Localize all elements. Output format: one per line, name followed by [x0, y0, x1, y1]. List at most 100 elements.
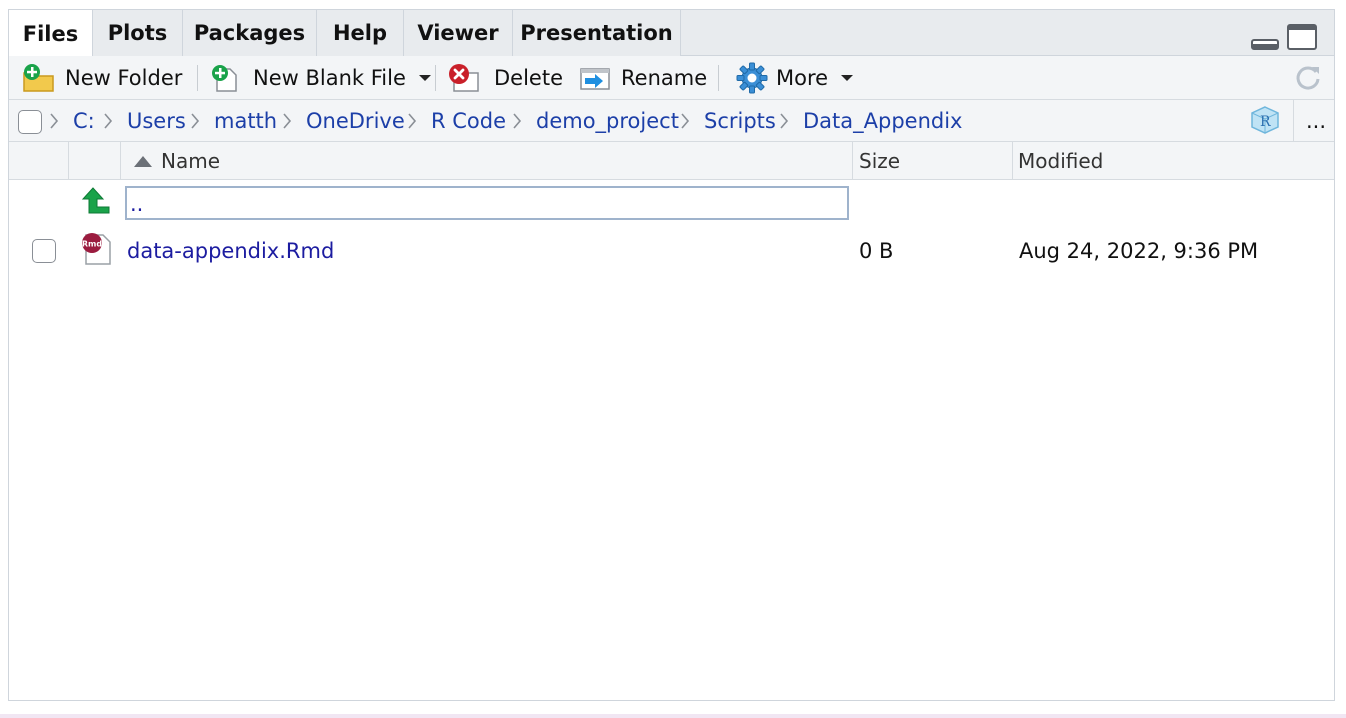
- tab-label: Presentation: [520, 21, 673, 45]
- new-blank-file-button[interactable]: New Blank File: [209, 56, 432, 100]
- tab-bar: Files Plots Packages Help Viewer Present…: [9, 10, 1334, 57]
- chevron-right-icon: [408, 113, 417, 129]
- go-up-button[interactable]: [81, 186, 111, 220]
- rename-button[interactable]: Rename: [579, 56, 707, 100]
- tab-viewer[interactable]: Viewer: [404, 10, 513, 56]
- breadcrumb-label: OneDrive: [306, 109, 405, 133]
- rename-icon: [580, 68, 610, 90]
- header-icon-column: [69, 142, 121, 180]
- file-name: data-appendix.Rmd: [127, 239, 335, 263]
- file-size: 0 B: [859, 228, 893, 274]
- files-toolbar: New Folder New Blank File Delete Rename …: [9, 56, 1334, 100]
- breadcrumb-label: matth: [214, 109, 278, 133]
- header-modified-label: Modified: [1018, 149, 1104, 173]
- refresh-icon: [1296, 66, 1320, 90]
- more-button[interactable]: More: [736, 56, 854, 100]
- breadcrumb: C: Users matth OneDrive R Code demo_proj…: [9, 100, 1334, 142]
- parent-directory-row[interactable]: ..: [9, 180, 1334, 226]
- file-modified-value: Aug 24, 2022, 9:36 PM: [1019, 239, 1259, 263]
- maximize-icon: [1287, 24, 1317, 50]
- sort-ascending-icon: [134, 156, 152, 167]
- breadcrumb-item-onedrive[interactable]: OneDrive: [306, 100, 405, 142]
- file-list-header: Name Size Modified: [9, 142, 1334, 180]
- breadcrumb-item-users[interactable]: Users: [127, 100, 186, 142]
- header-checkbox-column: [9, 142, 69, 180]
- chevron-right-icon: [681, 113, 690, 129]
- file-size-value: 0 B: [859, 239, 894, 263]
- breadcrumb-item-matth[interactable]: matth: [214, 100, 277, 142]
- chevron-right-icon: [191, 113, 200, 129]
- breadcrumb-label: Data_Appendix: [803, 109, 963, 133]
- svg-text:R: R: [1260, 114, 1271, 130]
- header-size-label: Size: [859, 149, 901, 173]
- dropdown-arrow-icon: [841, 75, 854, 81]
- new-file-icon: [212, 65, 237, 92]
- chevron-right-icon: [513, 113, 522, 129]
- gear-icon: [736, 62, 768, 94]
- header-modified[interactable]: Modified: [1013, 142, 1334, 180]
- tab-label: Packages: [193, 21, 306, 45]
- tab-plots[interactable]: Plots: [93, 10, 183, 56]
- up-arrow-icon: [81, 187, 110, 214]
- breadcrumb-label: demo_project: [536, 109, 679, 133]
- bottom-strip: [0, 714, 1346, 718]
- rmd-file-icon: Rmd: [81, 232, 113, 270]
- minimize-icon: [1251, 39, 1279, 50]
- tab-help[interactable]: Help: [317, 10, 404, 56]
- chevron-right-icon: [50, 113, 59, 129]
- tab-presentation[interactable]: Presentation: [513, 10, 681, 56]
- new-folder-label: New Folder: [65, 66, 183, 90]
- breadcrumb-item-c[interactable]: C:: [73, 100, 95, 142]
- breadcrumb-label: R Code: [431, 109, 507, 133]
- more-label: More: [776, 66, 829, 90]
- files-pane: Files Plots Packages Help Viewer Present…: [8, 9, 1335, 701]
- breadcrumb-label: Users: [127, 109, 186, 133]
- breadcrumb-divider: [1293, 100, 1294, 142]
- tab-packages[interactable]: Packages: [183, 10, 317, 56]
- dropdown-arrow-icon: [418, 75, 431, 81]
- go-to-project-button[interactable]: R: [1249, 105, 1281, 139]
- file-name-link[interactable]: data-appendix.Rmd: [127, 228, 334, 274]
- header-name[interactable]: Name: [121, 142, 853, 180]
- minimize-pane-button[interactable]: [1251, 36, 1279, 55]
- tab-label: Viewer: [417, 21, 499, 45]
- tab-label: Help: [332, 21, 388, 45]
- refresh-button[interactable]: [1293, 56, 1323, 100]
- more-path-button[interactable]: ...: [1306, 100, 1326, 142]
- chevron-right-icon: [283, 113, 292, 129]
- chevron-right-icon: [104, 113, 113, 129]
- r-project-icon: R: [1251, 106, 1279, 134]
- select-all-checkbox[interactable]: [18, 110, 42, 134]
- breadcrumb-item-scripts[interactable]: Scripts: [704, 100, 776, 142]
- rename-label: Rename: [621, 66, 708, 90]
- tab-files[interactable]: Files: [9, 10, 93, 57]
- new-folder-icon: [23, 64, 54, 92]
- parent-directory-link[interactable]: ..: [125, 186, 849, 220]
- breadcrumb-item-demo-project[interactable]: demo_project: [536, 100, 679, 142]
- header-name-label: Name: [161, 149, 221, 173]
- breadcrumb-item-data-appendix[interactable]: Data_Appendix: [803, 100, 963, 142]
- toolbar-divider: [718, 65, 719, 91]
- more-path-label: ...: [1306, 109, 1327, 133]
- parent-directory-label: ..: [130, 192, 144, 216]
- file-modified: Aug 24, 2022, 9:36 PM: [1019, 228, 1258, 274]
- breadcrumb-item-r-code[interactable]: R Code: [431, 100, 506, 142]
- breadcrumb-label: C:: [73, 109, 95, 133]
- rmd-file-icon: Rmd: [82, 233, 111, 265]
- table-row: Rmd data-appendix.Rmd 0 B Aug 24, 2022, …: [9, 228, 1334, 274]
- delete-button[interactable]: Delete: [446, 56, 563, 100]
- rmd-icon-label: Rmd: [82, 240, 102, 249]
- delete-label: Delete: [494, 66, 563, 90]
- maximize-pane-button[interactable]: [1287, 24, 1317, 54]
- chevron-right-icon: [780, 113, 789, 129]
- tab-label: Files: [22, 21, 79, 46]
- delete-icon: [449, 64, 479, 92]
- new-folder-button[interactable]: New Folder: [21, 56, 182, 100]
- breadcrumb-label: Scripts: [704, 109, 776, 133]
- new-blank-file-label: New Blank File: [253, 66, 406, 90]
- toolbar-divider: [197, 65, 198, 91]
- row-checkbox[interactable]: [32, 239, 56, 263]
- header-size[interactable]: Size: [853, 142, 1013, 180]
- toolbar-divider: [435, 65, 436, 91]
- tab-label: Plots: [107, 21, 168, 45]
